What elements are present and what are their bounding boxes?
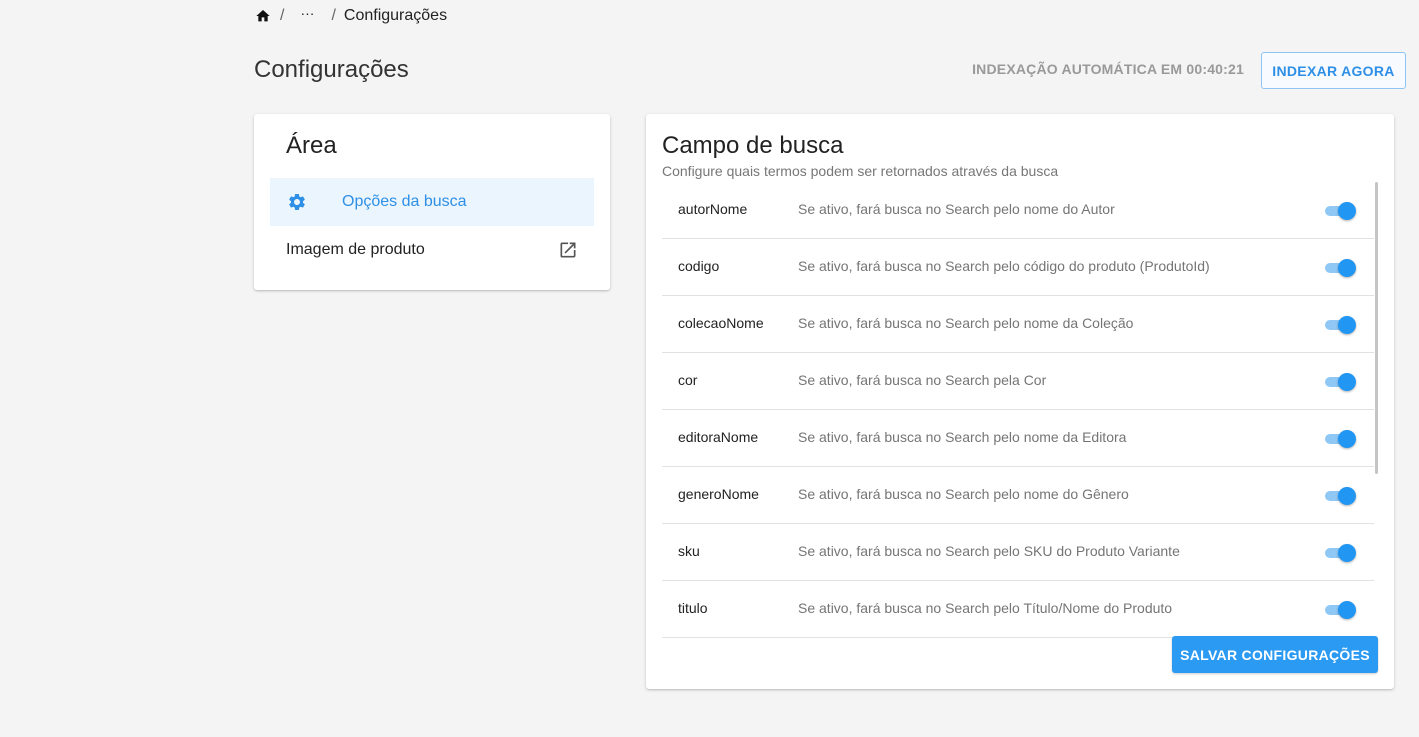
- field-name: colecaoNome: [678, 315, 764, 331]
- field-row: autorNome Se ativo, fará busca no Search…: [662, 182, 1374, 239]
- field-row: generoNome Se ativo, fará busca no Searc…: [662, 467, 1374, 524]
- field-toggle[interactable]: [1325, 373, 1356, 391]
- search-field-title: Campo de busca: [662, 132, 844, 159]
- breadcrumb-separator: /: [280, 7, 285, 24]
- field-name: cor: [678, 372, 698, 388]
- field-description: Se ativo, fará busca no Search pelo nome…: [798, 486, 1129, 502]
- scrollbar[interactable]: [1375, 182, 1378, 474]
- field-description: Se ativo, fará busca no Search pelo nome…: [798, 315, 1134, 331]
- field-description: Se ativo, fará busca no Search pelo nome…: [798, 201, 1115, 217]
- field-description: Se ativo, fará busca no Search pelo nome…: [798, 429, 1127, 445]
- open-in-new-icon: [558, 240, 578, 260]
- search-fields-list: autorNome Se ativo, fará busca no Search…: [662, 182, 1374, 688]
- area-item-product-image[interactable]: Imagem de produto: [270, 226, 594, 274]
- field-description: Se ativo, fará busca no Search pelo códi…: [798, 258, 1210, 274]
- page-title: Configurações: [254, 56, 409, 83]
- home-icon[interactable]: [255, 8, 271, 24]
- field-description: Se ativo, fará busca no Search pelo Títu…: [798, 600, 1173, 616]
- breadcrumb-separator: /: [331, 7, 336, 24]
- field-toggle[interactable]: [1325, 259, 1356, 277]
- field-row: sku Se ativo, fará busca no Search pelo …: [662, 524, 1374, 581]
- field-toggle[interactable]: [1325, 202, 1356, 220]
- field-toggle[interactable]: [1325, 430, 1356, 448]
- field-name: editoraNome: [678, 429, 759, 445]
- field-name: titulo: [678, 600, 708, 616]
- area-card: Área Opções da busca Imagem de produto: [254, 114, 610, 290]
- breadcrumb-ellipsis[interactable]: ···: [300, 6, 314, 20]
- area-item-label: Imagem de produto: [286, 241, 425, 258]
- save-settings-button[interactable]: SALVAR CONFIGURAÇÕES: [1172, 636, 1378, 673]
- search-field-card: Campo de busca Configure quais termos po…: [646, 114, 1394, 689]
- breadcrumb-current: Configurações: [343, 7, 448, 24]
- auto-index-status: INDEXAÇÃO AUTOMÁTICA EM 00:40:21: [972, 61, 1244, 77]
- field-row: codigo Se ativo, fará busca no Search pe…: [662, 239, 1374, 296]
- area-title: Área: [286, 132, 337, 159]
- index-now-button[interactable]: INDEXAR AGORA: [1261, 52, 1406, 89]
- field-toggle[interactable]: [1325, 487, 1356, 505]
- field-toggle[interactable]: [1325, 601, 1356, 619]
- field-description: Se ativo, fará busca no Search pela Cor: [798, 372, 1047, 388]
- search-field-subtitle: Configure quais termos podem ser retorna…: [662, 163, 1059, 179]
- field-row: editoraNome Se ativo, fará busca no Sear…: [662, 410, 1374, 467]
- field-name: autorNome: [678, 201, 748, 217]
- field-row: titulo Se ativo, fará busca no Search pe…: [662, 581, 1374, 638]
- gear-icon: [287, 192, 307, 212]
- field-name: sku: [678, 543, 700, 559]
- field-name: codigo: [678, 258, 720, 274]
- field-toggle[interactable]: [1325, 316, 1356, 334]
- area-item-label: Opções da busca: [342, 193, 467, 210]
- area-item-search-options[interactable]: Opções da busca: [270, 178, 594, 226]
- breadcrumb: / ··· / Configurações: [255, 5, 447, 27]
- field-name: generoNome: [678, 486, 759, 502]
- field-description: Se ativo, fará busca no Search pelo SKU …: [798, 543, 1180, 559]
- field-row: colecaoNome Se ativo, fará busca no Sear…: [662, 296, 1374, 353]
- field-row: cor Se ativo, fará busca no Search pela …: [662, 353, 1374, 410]
- field-toggle[interactable]: [1325, 544, 1356, 562]
